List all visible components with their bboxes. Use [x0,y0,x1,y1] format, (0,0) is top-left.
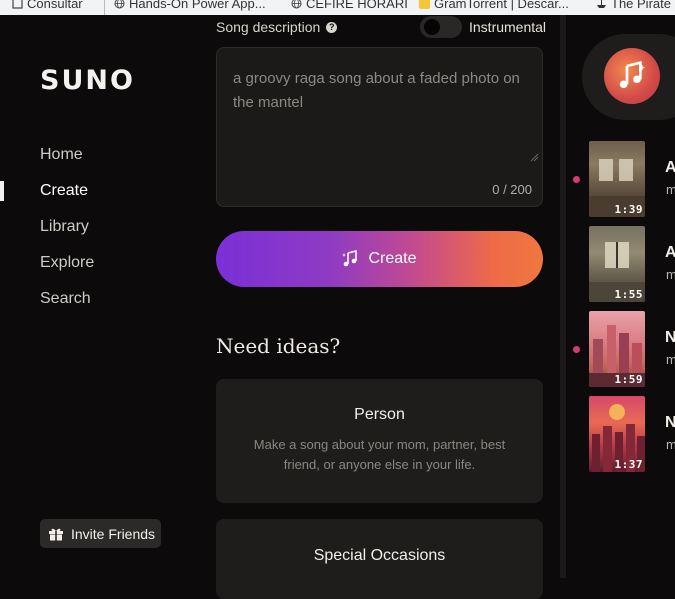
idea-card-person[interactable]: Person Make a song about your mom, partn… [216,379,543,503]
bookmarks-separator [104,0,105,15]
globe-icon [291,0,302,9]
help-icon[interactable]: ? [326,21,338,33]
song-subtitle: m [666,182,675,197]
song-thumbnail[interactable]: 1:37 [589,396,645,472]
resize-handle-icon[interactable] [530,153,539,162]
instrumental-toggle[interactable] [420,16,462,38]
instrumental-label: Instrumental [469,19,547,35]
new-indicator [573,176,580,183]
bookmark-consultar[interactable]: Consultar [12,0,83,11]
bookmark-pirate[interactable]: The Pirate [596,0,671,11]
gift-icon [49,528,63,541]
invite-friends-button[interactable]: Invite Friends [40,519,161,548]
song-thumbnail[interactable]: 1:59 [589,311,645,387]
sidebar: SUNO Home Create Library Explore Search … [0,15,200,578]
create-button[interactable]: Create [216,231,543,287]
globe-icon [114,0,125,9]
star-icon [419,0,430,9]
music-sparkle-icon [619,61,646,89]
suno-logo[interactable]: SUNO [40,65,135,96]
bookmark-cefire[interactable]: CEFIRE HORARI [291,0,408,11]
song-duration: 1:37 [614,458,643,471]
song-duration: 1:39 [614,203,643,216]
song-thumbnail[interactable]: 1:39 [589,141,645,217]
song-list-panel: 1:39 A m 1:55 A m 1:59 N m 1:37 N m [566,15,675,578]
song-subtitle: m [666,352,675,367]
page-icon [12,0,23,9]
need-ideas-heading: Need ideas? [216,334,341,358]
playlist-avatar[interactable] [604,48,660,104]
create-panel: Song description ? Instrumental a groovy… [200,15,560,599]
song-description-text: a groovy raga song about a faded photo o… [233,70,520,111]
nav-explore[interactable]: Explore [40,254,94,272]
music-sparkle-icon [342,250,358,267]
song-title[interactable]: N [665,414,675,432]
song-subtitle: m [666,267,675,282]
bookmark-gramtorrent[interactable]: GramTorrent | Descar... [419,0,569,11]
idea-card-special-occasions[interactable]: Special Occasions [216,519,543,599]
bookmarks-bar: Consultar Hands-On Power App... CEFIRE H… [0,0,675,15]
song-item[interactable]: 1:55 A m [566,226,675,304]
song-title[interactable]: N [665,329,675,347]
idea-card-description: Make a song about your mom, partner, bes… [253,437,506,472]
new-indicator [573,346,580,353]
toggle-knob [424,19,440,35]
idea-card-title: Special Occasions [313,547,446,564]
song-item[interactable]: 1:39 A m [566,141,675,219]
nav-home[interactable]: Home [40,146,83,164]
song-description-label: Song description ? [216,19,338,35]
song-title[interactable]: A [665,159,675,177]
nav-library[interactable]: Library [40,218,89,236]
song-item[interactable]: 1:37 N m [566,396,675,474]
song-title[interactable]: A [665,244,675,262]
nav-create[interactable]: Create [40,182,88,200]
song-description-input[interactable]: a groovy raga song about a faded photo o… [216,47,543,207]
song-thumbnail[interactable]: 1:55 [589,226,645,302]
song-subtitle: m [666,437,675,452]
bookmark-hands-on[interactable]: Hands-On Power App... [114,0,266,11]
idea-card-title: Person [354,406,405,423]
song-duration: 1:55 [614,288,643,301]
character-counter: 0 / 200 [492,182,532,197]
active-nav-indicator [0,181,4,201]
ship-icon [597,0,606,8]
song-item[interactable]: 1:59 N m [566,311,675,389]
song-duration: 1:59 [614,373,643,386]
nav-search[interactable]: Search [40,290,91,308]
